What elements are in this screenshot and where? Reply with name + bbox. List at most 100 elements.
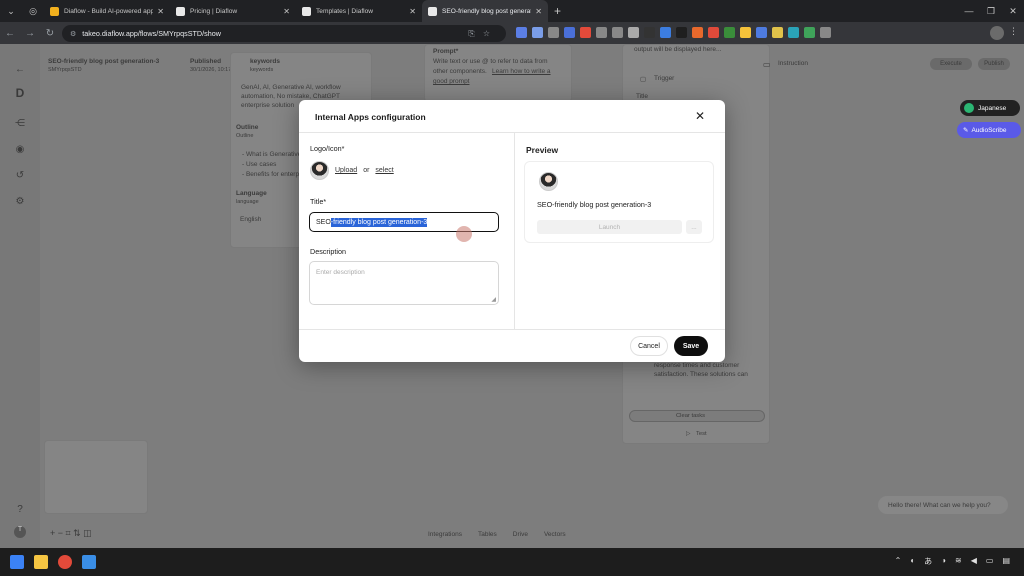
extension-icon[interactable] [804, 27, 815, 38]
save-button[interactable]: Save [674, 336, 708, 356]
tables-tab[interactable]: Tables [478, 531, 497, 538]
tray-app-icon[interactable]: ◐ [910, 556, 915, 567]
title-input-text: SEO [316, 218, 331, 226]
description-textarea[interactable]: Enter description ◢ [309, 261, 499, 305]
translate-bookmark-icons[interactable]: ⎘☆ [468, 29, 498, 39]
canvas-zoom-controls[interactable]: + − ⌗ ⇅ ◫ [50, 528, 92, 539]
ime-icon[interactable]: あ [924, 556, 932, 567]
site-info-icon[interactable]: ⚙ [70, 30, 76, 38]
title-input-selected-text: -friendly blog post generation-3 [330, 217, 428, 227]
volume-icon[interactable]: ◀ [971, 556, 977, 567]
extension-icon[interactable] [660, 27, 671, 38]
share-icon[interactable]: ⋲ [14, 118, 26, 130]
tab-search-icon[interactable]: ⌄ [0, 0, 22, 22]
browser-tab[interactable]: Diaflow - Build AI-powered app ✕ [44, 0, 170, 22]
clear-tasks-label: Clear tasks [676, 413, 705, 419]
help-icon[interactable]: ? [14, 504, 26, 516]
cancel-button[interactable]: Cancel [630, 336, 668, 356]
select-link[interactable]: select [375, 167, 393, 174]
reload-icon[interactable]: ↻ [40, 28, 60, 39]
extension-icon[interactable] [788, 27, 799, 38]
extension-icon[interactable] [516, 27, 527, 38]
publish-button[interactable]: Publish [978, 58, 1010, 70]
vectors-tab[interactable]: Vectors [544, 531, 566, 538]
back-arrow-icon[interactable]: ← [14, 64, 26, 76]
flow-id: SMYrpqsSTD [48, 67, 82, 73]
close-tab-icon[interactable]: ✕ [535, 7, 542, 16]
chat-greeting-text: Hello there! What can we help you? [888, 501, 991, 509]
maximize-icon[interactable]: ❐ [980, 0, 1002, 22]
minimize-icon[interactable]: — [958, 0, 980, 22]
language-sub: language [236, 199, 259, 205]
extension-icon[interactable] [564, 27, 575, 38]
browser-tab[interactable]: Pricing | Diaflow ✕ [170, 0, 296, 22]
upload-link[interactable]: Upload [335, 167, 357, 174]
close-tab-icon[interactable]: ✕ [283, 7, 290, 16]
audioscribe-badge[interactable]: ✎ AudioScribe [957, 122, 1021, 138]
palette-icon[interactable]: ◉ [14, 144, 26, 156]
close-tab-icon[interactable]: ✕ [409, 7, 416, 16]
keywords-label: keywords [250, 58, 280, 65]
browser-tab-active[interactable]: SEO-friendly blog post generatio ✕ [422, 0, 548, 22]
drive-tab[interactable]: Drive [513, 531, 528, 538]
battery-icon[interactable]: ▭ [986, 556, 994, 567]
profile-avatar[interactable] [990, 26, 1004, 40]
execute-button[interactable]: Execute [930, 58, 972, 70]
new-tab-icon[interactable]: + [554, 4, 561, 18]
description-label: Description [310, 247, 346, 256]
tab-group-icon[interactable]: ◎ [22, 0, 44, 22]
test-label[interactable]: Test [696, 431, 707, 437]
prompt-help-link[interactable]: Learn how to write a [492, 68, 551, 75]
tray-app-icon[interactable]: ◑ [941, 556, 946, 567]
os-taskbar: ⌃ ◐ あ ◑ ≋ ◀ ▭ ▤ [0, 548, 1024, 576]
extension-icon[interactable] [612, 27, 623, 38]
extension-icon[interactable] [708, 27, 719, 38]
extension-icon[interactable] [628, 27, 639, 38]
close-tab-icon[interactable]: ✕ [157, 7, 164, 16]
instruction-button[interactable]: Instruction [778, 60, 808, 67]
url-text[interactable]: takeo.diaflow.app/flows/SMYrpqsSTD/show [82, 29, 468, 38]
extension-icon[interactable] [532, 27, 543, 38]
close-window-icon[interactable]: ✕ [1002, 0, 1024, 22]
extension-icon[interactable] [692, 27, 703, 38]
browser-menu-icon[interactable]: ⋮ [1009, 26, 1018, 37]
notification-icon[interactable]: ▤ [1002, 556, 1010, 567]
address-bar[interactable]: ⚙ takeo.diaflow.app/flows/SMYrpqsSTD/sho… [62, 25, 506, 42]
file-explorer-icon[interactable] [34, 555, 48, 569]
extension-icon[interactable] [756, 27, 767, 38]
response-text: satisfaction. These solutions can [654, 371, 748, 378]
forward-icon[interactable]: → [20, 28, 40, 39]
close-icon[interactable]: ✕ [695, 109, 705, 123]
extension-icon[interactable] [724, 27, 735, 38]
preview-app-name: SEO-friendly blog post generation-3 [537, 200, 652, 209]
wifi-icon[interactable]: ≋ [955, 556, 962, 567]
tray-chevron-icon[interactable]: ⌃ [895, 556, 902, 567]
diaflow-logo-icon[interactable]: D [14, 86, 26, 100]
user-avatar[interactable]: T [14, 526, 26, 538]
integrations-tab[interactable]: Integrations [428, 531, 462, 538]
notepad-icon[interactable] [82, 555, 96, 569]
prompt-help-link[interactable]: good prompt [433, 78, 470, 85]
windows-start-icon[interactable] [10, 555, 24, 569]
minimap[interactable] [44, 440, 148, 514]
browser-tab[interactable]: Templates | Diaflow ✕ [296, 0, 422, 22]
history-icon[interactable]: ↺ [14, 170, 26, 182]
language-value: English [240, 216, 262, 223]
diaflow-favicon-icon [302, 6, 311, 16]
outline-sub: Outline [236, 133, 254, 139]
flow-title[interactable]: SEO-friendly blog post generation-3 [48, 58, 159, 65]
extensions-puzzle-icon[interactable] [820, 27, 831, 38]
extension-icon[interactable] [580, 27, 591, 38]
extension-icon[interactable] [772, 27, 783, 38]
extension-icon[interactable] [676, 27, 687, 38]
resize-handle-icon[interactable]: ◢ [491, 296, 496, 303]
chrome-icon[interactable] [58, 555, 72, 569]
extension-icon[interactable] [644, 27, 655, 38]
extension-icon[interactable] [548, 27, 559, 38]
back-icon[interactable]: ← [0, 28, 20, 39]
language-badge[interactable]: Japanese [960, 100, 1020, 116]
settings-icon[interactable]: ⚙ [14, 196, 26, 208]
extension-icon[interactable] [740, 27, 751, 38]
chat-greeting-bubble[interactable]: Hello there! What can we help you? [878, 496, 1008, 514]
extension-icon[interactable] [596, 27, 607, 38]
